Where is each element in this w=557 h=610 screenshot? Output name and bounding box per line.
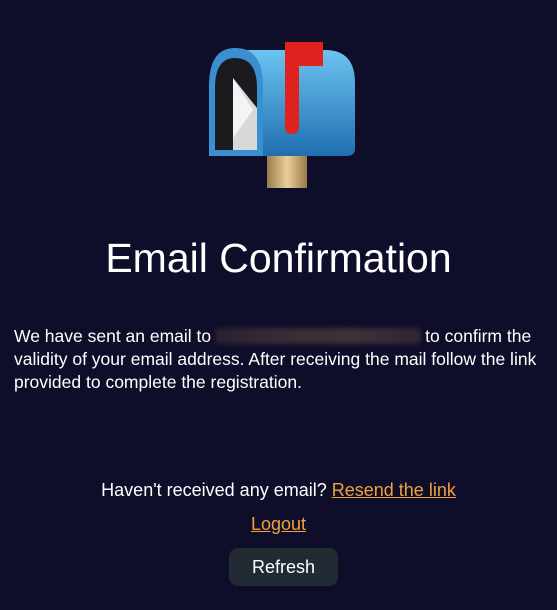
- resend-row: Haven't received any email? Resend the l…: [0, 480, 557, 501]
- mailbox-icon: [205, 38, 360, 190]
- logout-row: Logout: [0, 514, 557, 535]
- refresh-button[interactable]: Refresh: [229, 548, 338, 586]
- confirmation-message: We have sent an email to to confirm the v…: [14, 325, 549, 394]
- resend-link[interactable]: Resend the link: [332, 480, 456, 500]
- page-title: Email Confirmation: [105, 235, 452, 281]
- logout-link[interactable]: Logout: [251, 514, 306, 534]
- resend-prompt: Haven't received any email?: [101, 480, 327, 500]
- message-before: We have sent an email to: [14, 326, 212, 346]
- redacted-email: [215, 328, 422, 344]
